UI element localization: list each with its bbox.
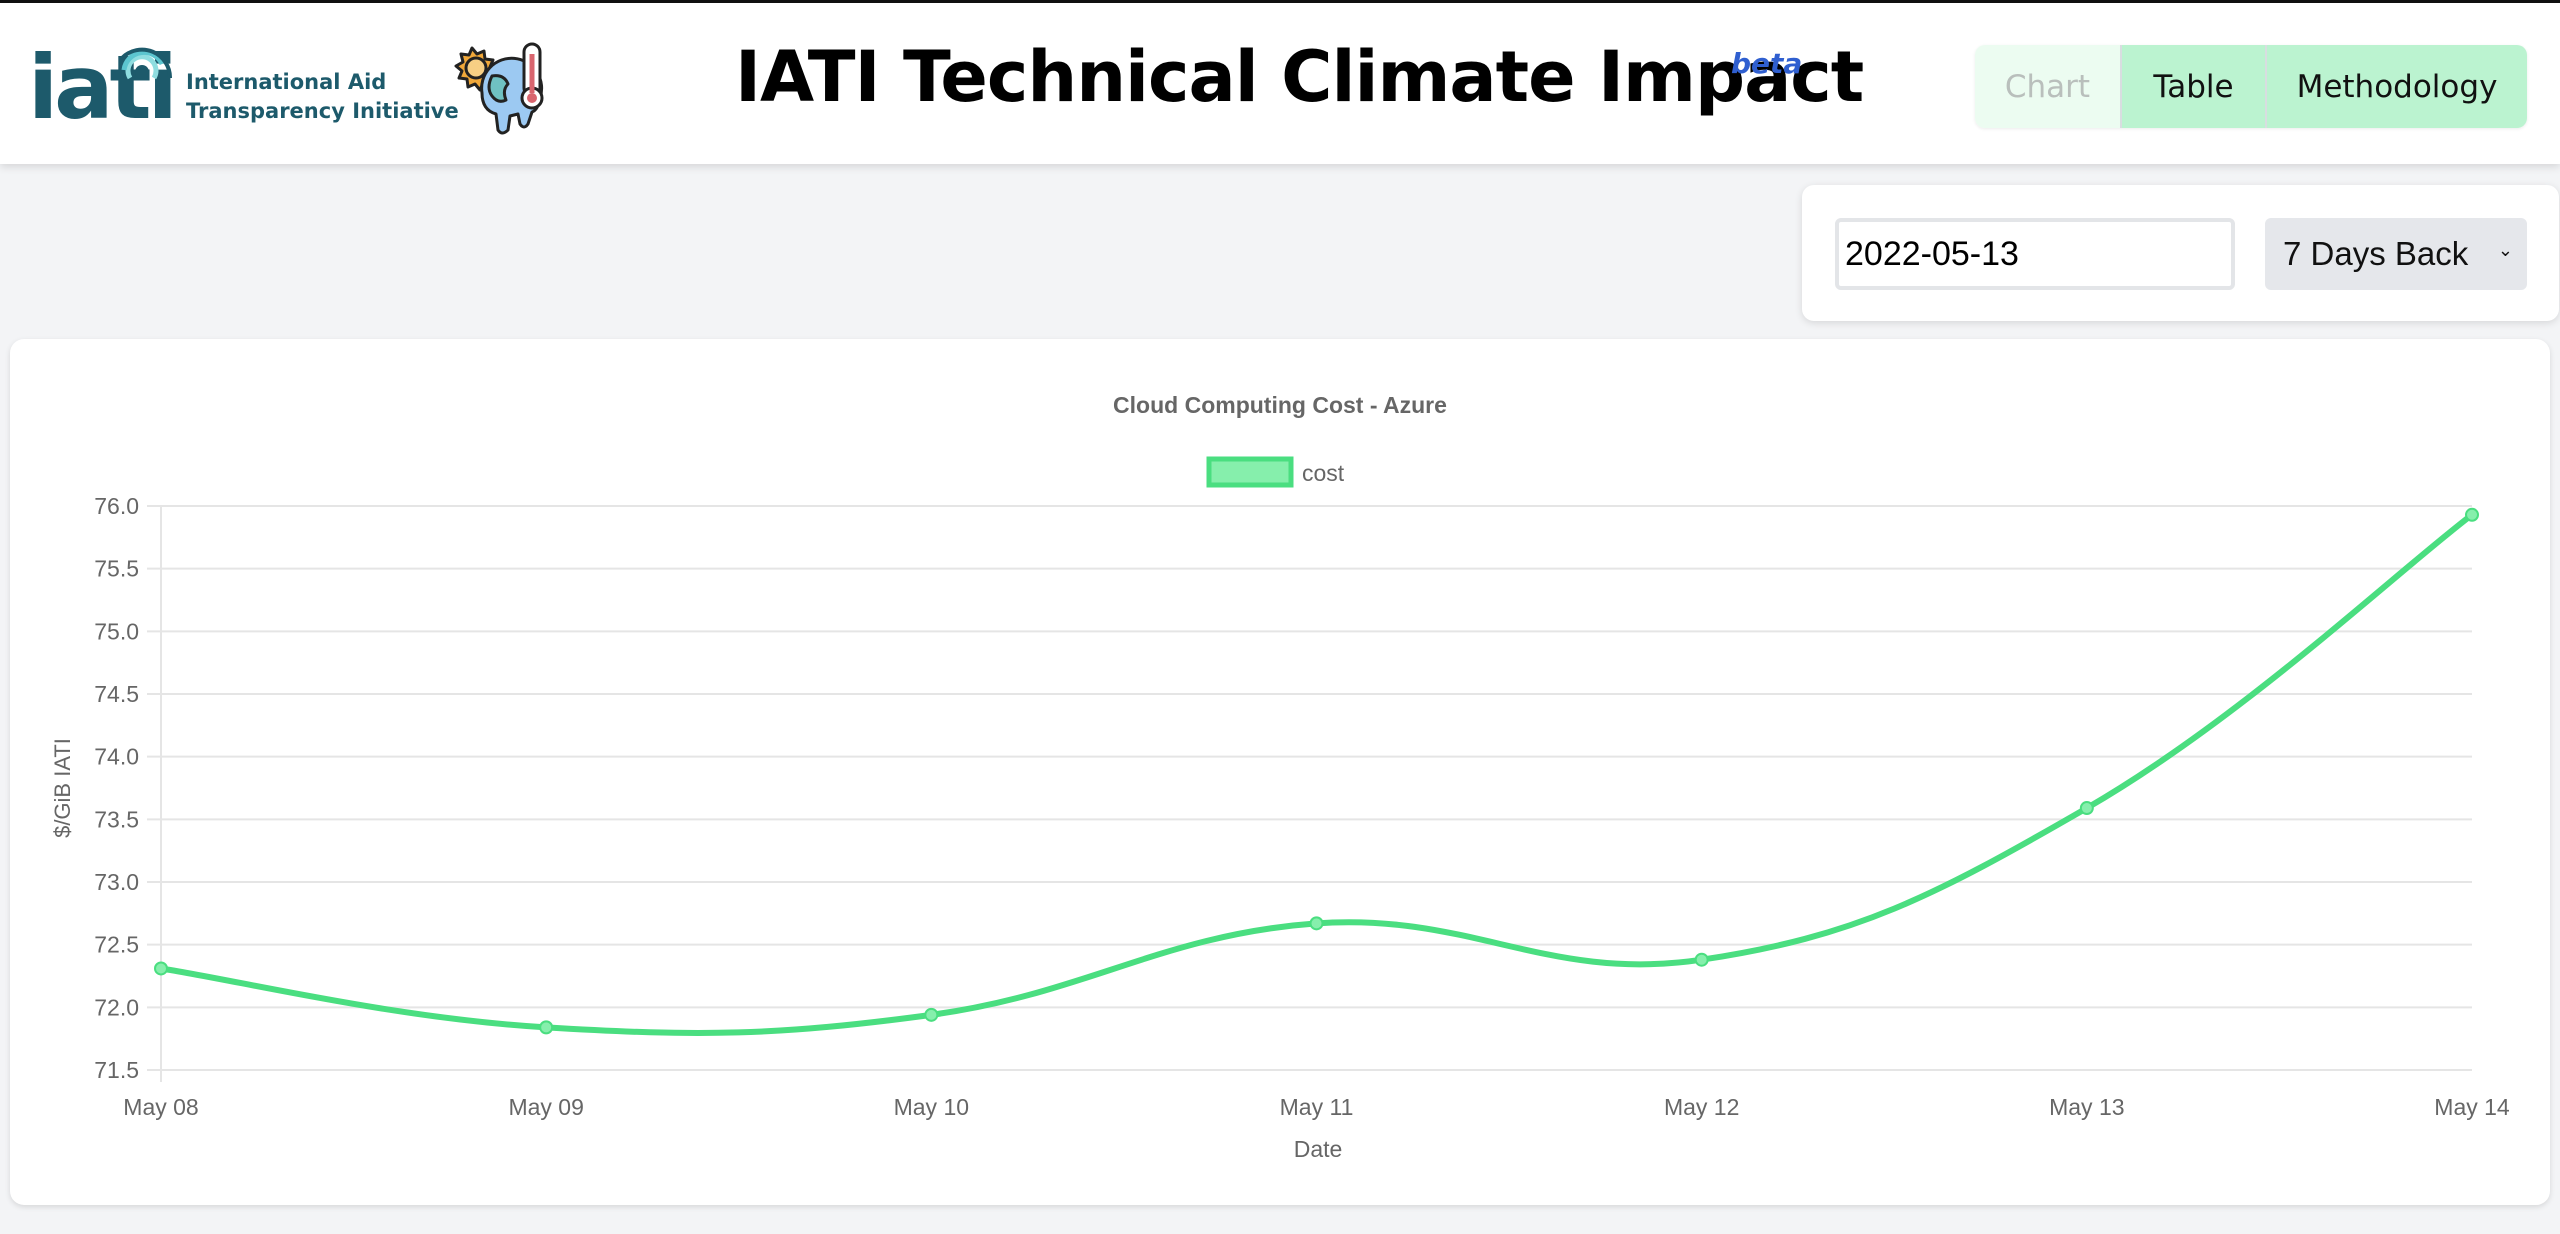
- data-point[interactable]: [2465, 507, 2479, 522]
- x-tick-label: May 12: [1664, 1094, 1739, 1120]
- x-tick-label: May 08: [123, 1094, 198, 1120]
- y-tick-label: 74.5: [94, 681, 139, 707]
- data-point[interactable]: [924, 1007, 939, 1022]
- date-input[interactable]: 2022-05-13: [1835, 218, 2235, 290]
- globe-sun-thermometer-icon: [454, 42, 544, 135]
- iati-logo-mark: iati: [28, 38, 178, 138]
- x-axis-label: Date: [1294, 1136, 1343, 1162]
- y-tick-label: 76.0: [94, 493, 139, 519]
- chart-title: Cloud Computing Cost - Azure: [1113, 392, 1447, 418]
- x-tick-label: May 13: [2049, 1094, 2124, 1120]
- tab-chart[interactable]: Chart: [1975, 45, 2120, 128]
- signal-arcs-icon: [120, 47, 173, 80]
- tab-table[interactable]: Table: [2120, 45, 2265, 128]
- y-axis-label: $/GiB IATI: [50, 738, 75, 838]
- y-axis-ticks: 76.0 75.5 75.0 74.5 74.0 73.5 73.0 72.5 72.0 71.5: [94, 493, 139, 1083]
- header: iati International Aid Transparency Init…: [0, 3, 2560, 164]
- data-point[interactable]: [1694, 952, 1709, 967]
- x-tick-label: May 11: [1280, 1094, 1354, 1120]
- chart-grid: [147, 505, 2472, 1082]
- data-point[interactable]: [1309, 916, 1324, 931]
- x-axis-ticks: May 08 May 09 May 10 May 11 May 12 May 13 May …: [123, 1094, 2510, 1120]
- y-tick-label: 73.5: [94, 806, 139, 832]
- legend-label: cost: [1302, 460, 1345, 486]
- filter-panel: 2022-05-13 7 Days Back ⌄: [1802, 185, 2559, 321]
- chart-card: Cloud Computing Cost - Azure cost 76.0 75…: [10, 339, 2550, 1205]
- x-tick-label: May 10: [894, 1094, 969, 1120]
- page-title: IATI Technical Climate Impact: [735, 36, 1864, 118]
- iati-logo[interactable]: iati International Aid Transparency Init…: [28, 33, 459, 138]
- logo-text-line2: Transparency Initiative: [186, 99, 459, 123]
- y-tick-label: 72.5: [94, 932, 139, 958]
- chevron-down-icon: ⌄: [2497, 240, 2513, 260]
- y-tick-label: 71.5: [94, 1057, 139, 1083]
- y-tick-label: 74.0: [94, 744, 139, 770]
- range-select-value: 7 Days Back: [2283, 235, 2469, 272]
- data-point[interactable]: [2079, 801, 2094, 816]
- beta-badge: beta: [1731, 47, 1803, 80]
- logo-text: International Aid Transparency Initiativ…: [186, 68, 459, 126]
- x-tick-label: May 14: [2434, 1094, 2510, 1120]
- y-tick-label: 75.0: [94, 618, 139, 644]
- data-point[interactable]: [539, 1020, 554, 1035]
- view-tabs: Chart Table Methodology: [1975, 45, 2527, 128]
- range-select[interactable]: 7 Days Back ⌄: [2265, 218, 2527, 290]
- x-tick-label: May 09: [508, 1094, 583, 1120]
- chart-legend[interactable]: cost: [1206, 456, 1345, 488]
- cost-line-chart: Cloud Computing Cost - Azure cost 76.0 75…: [50, 392, 2510, 1162]
- series-line-cost: [158, 511, 2475, 1036]
- data-point[interactable]: [154, 961, 168, 976]
- y-tick-label: 75.5: [94, 556, 139, 582]
- tab-methodology[interactable]: Methodology: [2265, 45, 2527, 128]
- legend-swatch: [1206, 456, 1294, 488]
- y-tick-label: 72.0: [94, 994, 139, 1020]
- logo-text-line1: International Aid: [186, 70, 387, 94]
- series-points: [154, 507, 2479, 1035]
- y-tick-label: 73.0: [94, 869, 139, 895]
